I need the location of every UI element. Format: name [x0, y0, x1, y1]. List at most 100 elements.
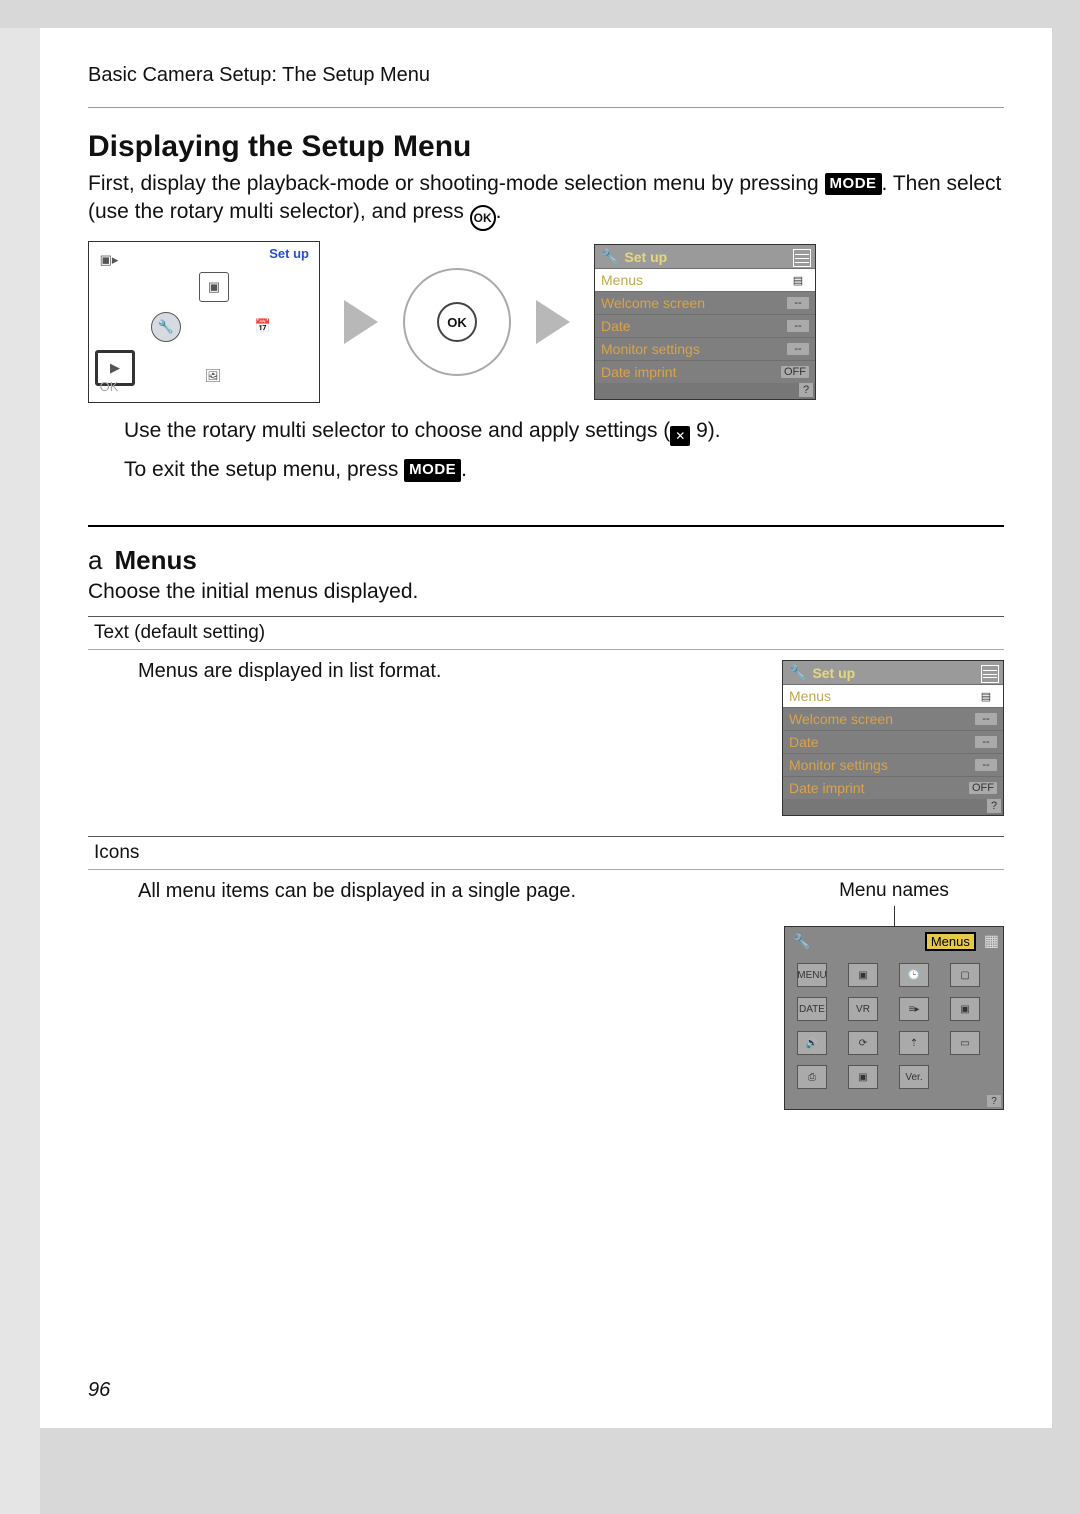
setup-menu-screen-text: 🔧 Set up Menus ▤ Welcome screen -- Date …	[782, 660, 1004, 816]
grid-icon-empty	[950, 1065, 978, 1087]
mode-selection-screen: Set up ▣▸ ▣ 🔧 📅 ▶ 🖼 OK	[88, 241, 320, 403]
pictmotion-icon: 🖼	[199, 362, 227, 390]
setup-label: Set up	[269, 246, 309, 261]
grid-icon: ⇡	[899, 1031, 929, 1055]
grid-icon: ⟳	[848, 1031, 878, 1055]
grid-icon: MENU	[797, 963, 827, 987]
slideshow-icon: ▣	[199, 272, 229, 302]
menu-title: Set up	[624, 249, 667, 265]
header-rule	[88, 107, 1004, 108]
menu-item-name: Menus	[601, 272, 643, 288]
grid-icon: ▣	[848, 963, 878, 987]
option-icons-block: Icons All menu items can be displayed in…	[88, 836, 1004, 1120]
help-icon: ?	[987, 1095, 1001, 1107]
grid-icon: ⎙	[797, 1065, 827, 1089]
intro-text-1: First, display the playback-mode or shoo…	[88, 172, 825, 195]
icons-footer: ?	[785, 1095, 1003, 1109]
menu-row: Menus ▤	[595, 268, 815, 291]
grid-icon: 🕒	[899, 963, 929, 987]
menu-item-val: --	[787, 297, 809, 309]
mode-button-label: MODE	[404, 459, 461, 481]
usage-note-1b: 9).	[690, 419, 720, 442]
grid-icon: ▢	[950, 963, 980, 987]
wrench-mode-icon: 🔧	[151, 312, 181, 342]
list-view-icon	[793, 249, 811, 267]
section-title: Displaying the Setup Menu	[88, 130, 1004, 164]
menu-item-val: --	[787, 343, 809, 355]
subsection-title: a Menus	[88, 545, 1004, 576]
usage-note-2: To exit the setup menu, press MODE.	[124, 456, 1004, 484]
menu-item-val: --	[975, 713, 997, 725]
grid-view-icon: ▦	[984, 931, 999, 951]
menu-item-val: ▤	[975, 690, 997, 703]
option-title: Icons	[88, 836, 1004, 870]
menu-item-val: --	[975, 759, 997, 771]
menu-row: Welcome screen --	[595, 291, 815, 314]
option-text-block: Text (default setting) Menus are display…	[88, 616, 1004, 826]
menu-title: Set up	[812, 665, 855, 681]
arrow-right-icon	[344, 300, 378, 344]
menu-row: Date imprint OFF	[783, 776, 1003, 799]
menu-row: Date imprint OFF	[595, 360, 815, 383]
subsection-intro: Choose the initial menus displayed.	[88, 578, 1004, 606]
menu-footer: ?	[595, 383, 815, 399]
menu-item-name: Welcome screen	[601, 295, 705, 311]
list-view-icon	[981, 665, 999, 683]
intro-period: .	[496, 200, 502, 223]
menu-item-name: Monitor settings	[789, 757, 888, 773]
grid-icon: ▭	[950, 1031, 980, 1055]
menu-item-name: Menus	[789, 688, 831, 704]
menu-row: Monitor settings --	[595, 337, 815, 360]
wrench-icon: 🔧	[793, 933, 810, 950]
menu-item-name: Date imprint	[789, 780, 864, 796]
menu-item-val: --	[975, 736, 997, 748]
grid-icon: VR	[848, 997, 878, 1021]
icons-grid: MENU ▣ 🕒 ▢ DATE VR ≡▸ ▣ 🔊 ⟳ ⇡ ▭ ⎙ ▣	[785, 955, 1003, 1095]
usage-note-1: Use the rotary multi selector to choose …	[124, 417, 1004, 446]
menu-row: Welcome screen --	[783, 707, 1003, 730]
wrench-icon: 🔧	[601, 248, 618, 265]
option-description: Menus are displayed in list format.	[138, 660, 752, 683]
grid-icon: Ver.	[899, 1065, 929, 1089]
xref-icon: ✕	[670, 426, 690, 446]
grid-icon: ≡▸	[899, 997, 929, 1021]
menu-row: Date --	[783, 730, 1003, 753]
menus-highlight: Menus	[927, 934, 974, 949]
rotary-selector-dial: OK	[402, 267, 512, 377]
menu-row: Date --	[595, 314, 815, 337]
option-description: All menu items can be displayed in a sin…	[138, 880, 754, 903]
page: Basic Camera Setup: The Setup Menu Displ…	[40, 28, 1052, 1428]
menu-item-val: ▤	[787, 274, 809, 287]
intro-paragraph: First, display the playback-mode or shoo…	[88, 170, 1004, 231]
grid-icon: ▣	[848, 1065, 878, 1089]
left-gutter	[0, 28, 40, 1514]
breadcrumb: Basic Camera Setup: The Setup Menu	[88, 64, 1004, 87]
setup-menu-screen-icons: 🔧 Menus ▦ MENU ▣ 🕒 ▢ DATE VR ≡▸ ▣ 🔊	[784, 926, 1004, 1110]
option-title: Text (default setting)	[88, 616, 1004, 650]
subsection-name: Menus	[114, 545, 196, 575]
menu-item-name: Monitor settings	[601, 341, 700, 357]
menu-item-name: Date imprint	[601, 364, 676, 380]
usage-note-2a: To exit the setup menu, press	[124, 458, 404, 481]
menu-item-name: Welcome screen	[789, 711, 893, 727]
help-icon: ?	[987, 799, 1001, 813]
grid-icon: ▣	[950, 997, 980, 1021]
menu-title-bar: 🔧 Set up	[595, 245, 815, 268]
subsection-prefix: a	[88, 545, 102, 575]
arrow-right-icon	[536, 300, 570, 344]
menu-row: Monitor settings --	[783, 753, 1003, 776]
diagram-row: Set up ▣▸ ▣ 🔧 📅 ▶ 🖼 OK OK 🔧 Set up Menus	[88, 241, 1004, 403]
ok-button-icon: OK	[470, 205, 496, 231]
mode-button-label: MODE	[825, 173, 882, 195]
setup-menu-screen: 🔧 Set up Menus ▤ Welcome screen -- Date …	[594, 244, 816, 400]
menu-item-name: Date	[601, 318, 631, 334]
usage-note-2b: .	[461, 458, 467, 481]
grid-icon: 🔊	[797, 1031, 827, 1055]
intro-text-3: (use the rotary multi selector), and pre…	[88, 200, 470, 223]
menu-item-name: Date	[789, 734, 819, 750]
playback-small-icon: ▣▸	[95, 246, 123, 274]
page-number: 96	[88, 1379, 110, 1402]
wrench-icon: 🔧	[789, 664, 806, 681]
callout-line	[894, 906, 895, 926]
grid-icon: DATE	[797, 997, 827, 1021]
